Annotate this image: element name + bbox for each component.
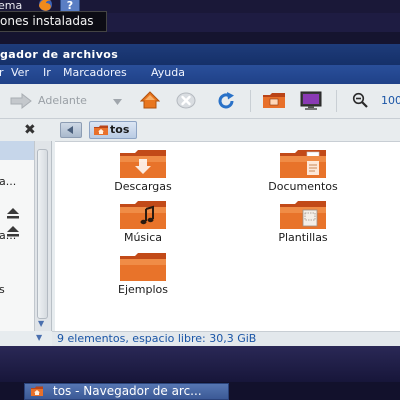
breadcrumb-label: tos: [110, 123, 130, 136]
menu-edit[interactable]: r: [0, 66, 4, 79]
taskbar: tos - Navegador de arc...: [0, 382, 400, 400]
back-button[interactable]: [60, 122, 82, 138]
toolbar-separator: [250, 90, 251, 112]
taskbar-window-label: tos - Navegador de arc...: [53, 384, 202, 398]
scroll-down-icon[interactable]: ▼: [38, 319, 44, 328]
zoom-level[interactable]: 100: [381, 94, 400, 107]
status-text: 9 elementos, espacio libre: 30,3 GiB: [57, 332, 257, 345]
close-icon[interactable]: ✖: [24, 122, 36, 138]
folder-documents-icon: [280, 150, 326, 178]
sidebar-item-label[interactable]: a...: [0, 175, 16, 188]
forward-button[interactable]: Adelante: [38, 94, 87, 107]
folder-label: Música: [123, 231, 163, 244]
breadcrumb-button[interactable]: tos: [89, 121, 137, 139]
folder-item[interactable]: Ejemplos: [88, 252, 198, 296]
home-folder-icon: [93, 125, 109, 136]
scroll-down-icon[interactable]: ▼: [36, 333, 42, 342]
folder-item[interactable]: Plantillas: [248, 200, 358, 244]
file-manager-window: gador de archivos r Ver Ir Marcadores Ay…: [0, 44, 400, 347]
home-folder-icon: [30, 386, 44, 397]
folder-item[interactable]: Descargas: [88, 149, 198, 193]
eject-icon[interactable]: [6, 225, 20, 237]
folder-music-icon: [120, 201, 166, 229]
status-bar: ▼ 9 elementos, espacio libre: 30,3 GiB: [36, 331, 400, 347]
folder-item[interactable]: Documentos: [248, 149, 358, 193]
desktop-background: [0, 346, 400, 382]
taskbar-window-button[interactable]: tos - Navegador de arc...: [24, 383, 229, 400]
folder-icon: [120, 253, 166, 281]
monitor-icon[interactable]: [300, 91, 322, 111]
menu-go[interactable]: Ir: [43, 66, 51, 79]
eject-icon[interactable]: [6, 207, 20, 219]
folder-label: Documentos: [268, 180, 338, 193]
stop-icon[interactable]: [176, 92, 196, 109]
sidebar-scrollbar[interactable]: ▼: [34, 141, 51, 331]
folder-label: Ejemplos: [118, 283, 168, 296]
sidebar-item-selected[interactable]: [0, 141, 34, 160]
menu-bar: r Ver Ir Marcadores Ayuda: [0, 65, 400, 84]
sidebar-header: ✖: [0, 119, 52, 141]
folder-templates-icon: [280, 201, 326, 229]
tooltip: ones instaladas: [0, 11, 107, 32]
location-bar: tos: [52, 119, 400, 141]
folder-label: Descargas: [114, 180, 172, 193]
toolbar: Adelante 100: [0, 84, 400, 119]
sidebar-item-label[interactable]: s: [0, 283, 5, 296]
folder-download-icon: [120, 150, 166, 178]
menu-help[interactable]: Ayuda: [151, 66, 185, 79]
menu-view[interactable]: Ver: [11, 66, 29, 79]
menu-bookmarks[interactable]: Marcadores: [63, 66, 127, 79]
folder-item[interactable]: Música: [88, 200, 198, 244]
zoom-out-icon[interactable]: [352, 92, 368, 108]
toolbar-separator: [336, 90, 337, 112]
window-title: gador de archivos: [0, 48, 119, 61]
folder-label: Plantillas: [278, 231, 328, 244]
chevron-down-icon[interactable]: [113, 96, 122, 105]
home-icon[interactable]: [139, 90, 161, 110]
icon-view: Descargas Documentos Música Plantillas E…: [55, 141, 400, 331]
forward-arrow-icon[interactable]: [10, 92, 32, 110]
computer-folder-icon[interactable]: [262, 92, 286, 109]
reload-icon[interactable]: [216, 91, 236, 111]
places-list: a... a... s: [0, 141, 34, 331]
scrollbar-thumb[interactable]: [37, 149, 48, 319]
desktop-background: [0, 32, 400, 44]
title-bar[interactable]: gador de archivos: [0, 44, 400, 65]
sidebar: a... a... s ▼: [0, 141, 52, 331]
